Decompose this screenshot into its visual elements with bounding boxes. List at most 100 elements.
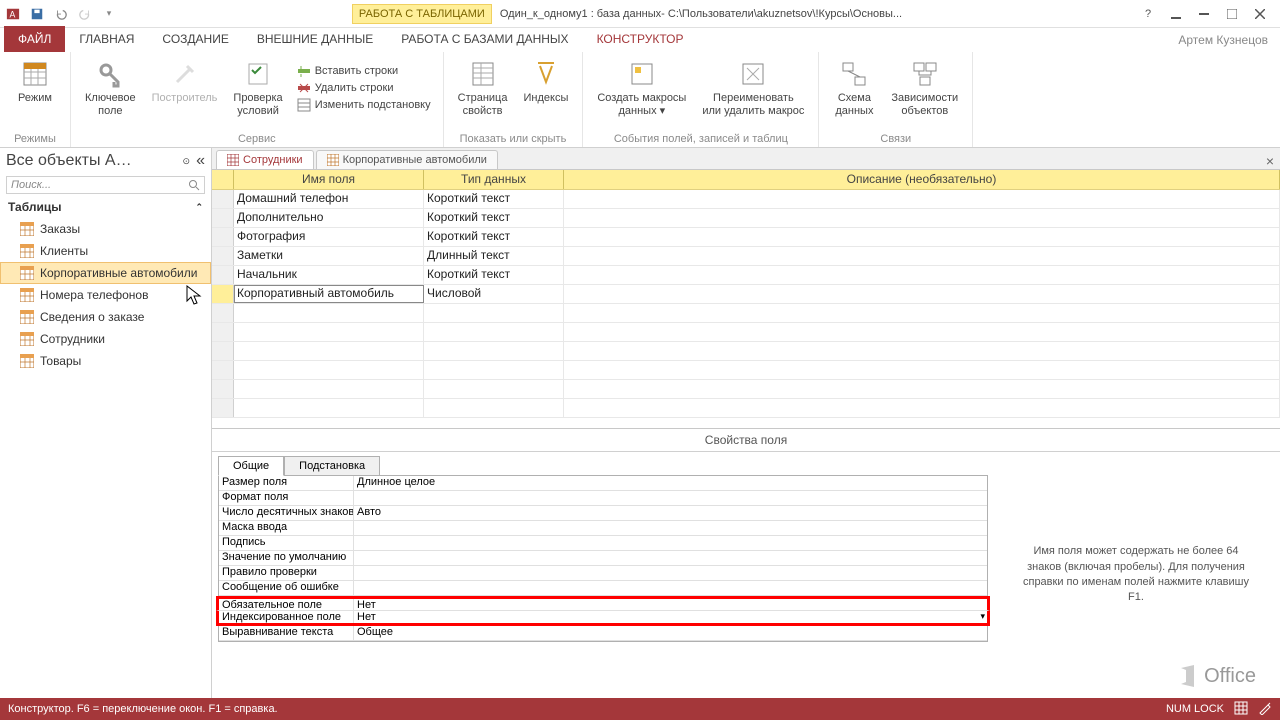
field-row-empty[interactable] [212,361,1280,380]
prop-tab-lookup[interactable]: Подстановка [284,456,380,476]
datasheet-view-icon[interactable] [1234,701,1248,718]
row-selector[interactable] [212,285,234,303]
tab-home[interactable]: ГЛАВНАЯ [65,26,148,52]
group-show-label: Показать или скрыть [454,133,573,145]
minimize-icon[interactable] [1190,4,1218,24]
property-row[interactable]: Обязательное полеНет [216,596,990,611]
nav-item[interactable]: Сотрудники [0,328,211,350]
indexes-button[interactable]: Индексы [519,56,572,120]
row-selector[interactable] [212,266,234,284]
search-icon [188,179,200,191]
nav-item[interactable]: Корпоративные автомобили [0,262,211,284]
close-doc-icon[interactable]: × [1266,153,1274,169]
modify-lookup-button[interactable]: Изменить подстановку [295,97,433,113]
field-row[interactable]: Домашний телефонКороткий текст [212,190,1280,209]
undo-icon[interactable] [50,3,72,25]
row-selector[interactable] [212,228,234,246]
nav-item[interactable]: Клиенты [0,240,211,262]
doc-tab-corporate-cars[interactable]: Корпоративные автомобили [316,150,498,169]
user-name[interactable]: Артем Кузнецов [1166,29,1280,52]
nav-item[interactable]: Заказы [0,218,211,240]
close-icon[interactable] [1246,4,1274,24]
property-row[interactable]: Значение по умолчанию [219,551,987,566]
navigation-pane: Все объекты A…⊙« Поиск... Таблицы⌃ Заказ… [0,148,212,698]
property-row[interactable]: Сообщение об ошибке [219,581,987,596]
nav-header[interactable]: Все объекты A…⊙« [0,148,211,174]
select-all-corner[interactable] [212,170,234,189]
document-tabs: Сотрудники Корпоративные автомобили × [212,148,1280,170]
create-data-macros-button[interactable]: Создать макросы данных ▾ [593,56,690,120]
dropdown-icon[interactable]: ▾ [980,611,985,622]
row-selector[interactable] [212,190,234,208]
tab-external[interactable]: ВНЕШНИЕ ДАННЫЕ [243,26,387,52]
object-dependencies-button[interactable]: Зависимости объектов [887,56,962,120]
save-icon[interactable] [26,3,48,25]
group-modes-label: Режимы [10,133,60,145]
field-row-empty[interactable] [212,380,1280,399]
property-row[interactable]: Число десятичных знаковАвто [219,506,987,521]
table-icon [20,332,34,346]
collapse-nav-icon[interactable]: « [196,152,205,170]
field-row[interactable]: ЗаметкиДлинный текст [212,247,1280,266]
field-row-empty[interactable] [212,323,1280,342]
field-row-empty[interactable] [212,304,1280,323]
nav-item[interactable]: Номера телефонов [0,284,211,306]
property-row[interactable]: Индексированное полеНет▾ [216,611,990,626]
field-row-empty[interactable] [212,399,1280,418]
status-bar: Конструктор. F6 = переключение окон. F1 … [0,698,1280,720]
field-row[interactable]: ДополнительноКороткий текст [212,209,1280,228]
property-row[interactable]: Подпись [219,536,987,551]
field-row-empty[interactable] [212,342,1280,361]
help-icon[interactable]: ? [1134,4,1162,24]
tab-design[interactable]: КОНСТРУКТОР [583,26,698,52]
field-row[interactable]: НачальникКороткий текст [212,266,1280,285]
tab-create[interactable]: СОЗДАНИЕ [148,26,242,52]
nav-item[interactable]: Сведения о заказе [0,306,211,328]
col-data-type[interactable]: Тип данных [424,170,564,189]
relationships-button[interactable]: Схема данных [829,56,879,120]
numlock-indicator: NUM LOCK [1166,703,1224,715]
table-icon [20,354,34,368]
col-description[interactable]: Описание (необязательно) [564,170,1280,189]
property-row[interactable]: Маска ввода [219,521,987,536]
field-row[interactable]: Корпоративный автомобильЧисловой [212,285,1280,304]
table-icon [20,244,34,258]
view-button[interactable]: Режим [10,56,60,107]
chevron-down-icon: ⊙ [183,156,191,167]
doc-tab-employees[interactable]: Сотрудники [216,150,314,169]
property-row[interactable]: Правило проверки [219,566,987,581]
ribbon-collapse-icon[interactable] [1162,4,1190,24]
row-selector[interactable] [212,209,234,227]
primary-key-button[interactable]: Ключевое поле [81,56,140,120]
context-tab-label: РАБОТА С ТАБЛИЦАМИ [352,4,492,24]
cursor-icon [186,285,204,307]
insert-rows-button[interactable]: Вставить строки [295,63,433,79]
redo-icon[interactable] [74,3,96,25]
tab-db[interactable]: РАБОТА С БАЗАМИ ДАННЫХ [387,26,582,52]
tab-file[interactable]: ФАЙЛ [4,26,65,52]
delete-rows-button[interactable]: Удалить строки [295,80,433,96]
table-icon [327,154,339,166]
table-icon [20,266,34,280]
search-input[interactable]: Поиск... [6,176,205,194]
table-icon [227,154,239,166]
nav-section-tables[interactable]: Таблицы⌃ [0,196,211,218]
property-row[interactable]: Выравнивание текстаОбщее [219,626,987,641]
help-text: Имя поля может содержать не более 64 зна… [992,452,1280,698]
nav-item[interactable]: Товары [0,350,211,372]
ribbon: Режим Режимы Ключевое поле Построитель П… [0,52,1280,148]
test-rules-button[interactable]: Проверка условий [229,56,286,120]
row-selector[interactable] [212,247,234,265]
design-view-icon[interactable] [1258,701,1272,718]
col-field-name[interactable]: Имя поля [234,170,424,189]
chevron-up-icon: ⌃ [195,202,203,213]
prop-tab-general[interactable]: Общие [218,456,284,476]
rename-delete-macro-button[interactable]: Переименовать или удалить макрос [698,56,808,120]
field-row[interactable]: ФотографияКороткий текст [212,228,1280,247]
qa-more-icon[interactable]: ▾ [98,3,120,25]
property-row[interactable]: Размер поляДлинное целое [219,476,987,491]
property-grid: Размер поляДлинное целоеФормат поляЧисло… [218,475,988,642]
maximize-icon[interactable] [1218,4,1246,24]
property-row[interactable]: Формат поля [219,491,987,506]
property-sheet-button[interactable]: Страница свойств [454,56,512,120]
